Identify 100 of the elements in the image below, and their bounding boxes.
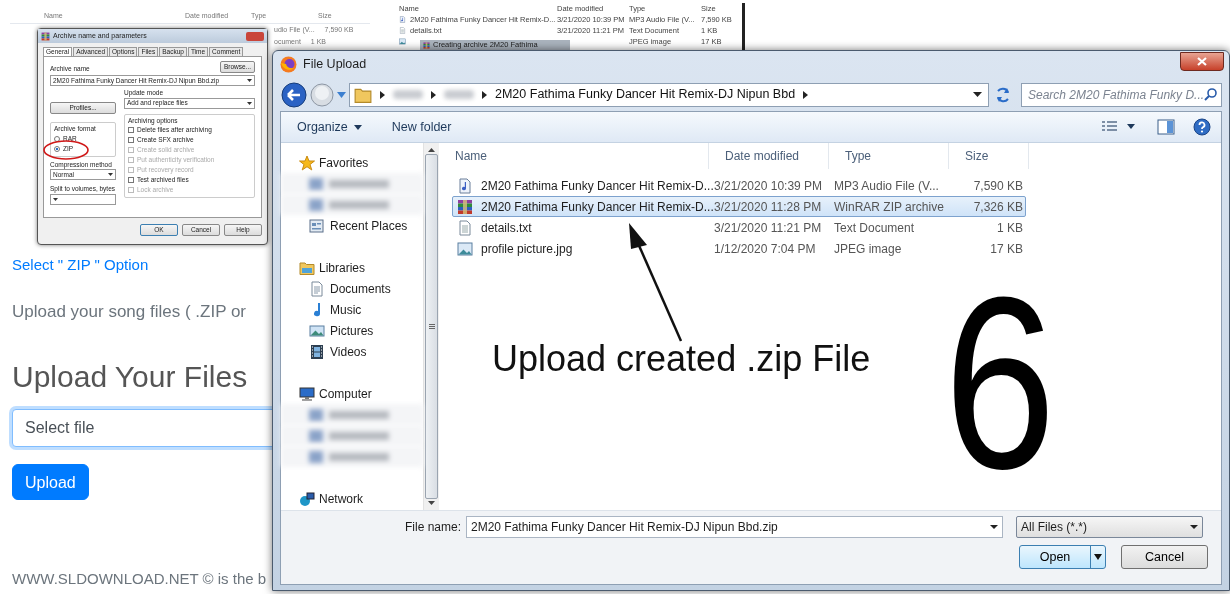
scroll-up-icon: [428, 148, 435, 152]
checkbox[interactable]: [128, 177, 134, 184]
history-dropdown-button[interactable]: [337, 91, 346, 98]
window-icon: [309, 217, 325, 234]
file-row[interactable]: 2M20 Fathima Funky Dancer Hit Remix-D...3/21/2020 10:39 PM MP3 Audio File (V... 7,590 KB: [452, 175, 1026, 196]
table-cell-text: WinRAR ZIP archive: [833, 198, 945, 216]
dropdown-caret-icon: [247, 101, 252, 105]
stacked-books-icon: [41, 31, 50, 41]
annotation-text: Upload created .zip File: [492, 339, 871, 379]
table-cell-text: 7,326 KB: [972, 198, 1024, 216]
file-type-dropdown[interactable]: All Files (*.*): [1016, 516, 1203, 538]
blurred-breadcrumb: [444, 90, 474, 100]
nav-item[interactable]: Music: [281, 299, 423, 320]
step-number: 6: [944, 261, 1056, 506]
column-header[interactable]: Size: [949, 143, 1029, 169]
radio-button[interactable]: [54, 135, 60, 142]
checkbox[interactable]: [128, 137, 134, 144]
document-icon: [309, 280, 325, 297]
toolbar-button[interactable]: New folder: [385, 115, 458, 139]
column-header[interactable]: Name: [439, 143, 709, 169]
table-cell-text: 3/21/2020 11:21 PM: [713, 219, 823, 237]
picture-icon: [309, 322, 325, 339]
stacked-books-icon: [423, 41, 430, 49]
column-header[interactable]: Type: [829, 143, 949, 169]
file-name: profile picture.jpg: [480, 240, 573, 258]
help-button[interactable]: [1193, 118, 1211, 136]
nav-item[interactable]: Libraries: [281, 257, 423, 278]
table-cell-text: MP3 Audio File (V...: [833, 177, 940, 195]
file-row[interactable]: details.txt 3/21/2020 11:21 PM Text Document 1 KB: [452, 217, 1026, 238]
audio-file-icon: [399, 16, 406, 24]
option-link[interactable]: Select " ZIP " Option: [12, 256, 149, 274]
nav-item[interactable]: Favorites: [281, 152, 423, 173]
dropdown-caret-icon: [247, 79, 252, 83]
table-cell-text: 1/12/2020 7:04 PM: [713, 240, 817, 258]
document-icon: [399, 27, 406, 35]
dropdown-caret-icon: [53, 197, 58, 201]
dropdown-caret-icon: [108, 173, 113, 177]
section-heading: Upload Your Files: [12, 359, 248, 395]
field-label: File name:: [403, 519, 461, 536]
split-combo[interactable]: [50, 193, 116, 205]
field-value: 2M20 Fathima Funky Dancer Hit Remix-DJ Nipun Bbd.zip: [471, 519, 778, 536]
organize-menu-button[interactable]: Organize: [291, 115, 368, 139]
checkbox[interactable]: [128, 127, 134, 134]
upload-button[interactable]: Upload: [12, 464, 89, 500]
nav-item[interactable]: Documents: [281, 278, 423, 299]
dropdown-caret-icon: [1190, 525, 1198, 529]
nav-item[interactable]: Computer: [281, 383, 423, 404]
cancel-button[interactable]: Cancel: [1121, 545, 1208, 569]
breadcrumb-item[interactable]: 2M20 Fathima Funky Dancer Hit Remix-DJ Nipun Bbd: [495, 85, 796, 104]
file-row[interactable]: 2M20 Fathima Funky Dancer Hit Remix-D...3/21/2020 11:28 PM WinRAR ZIP archive 7,326 KB: [452, 196, 1026, 217]
audio-file-icon: [457, 177, 473, 194]
footer-text: WWW.SLDOWNLOAD.NET © is the b: [12, 570, 268, 588]
table-cell-text: 7,590 KB: [972, 177, 1024, 195]
highlight-circle: [42, 140, 90, 160]
scrollbar[interactable]: [423, 143, 439, 510]
nav-item[interactable]: Recent Places: [281, 215, 423, 236]
instruction-text: Upload your song files ( .ZIP or: [12, 301, 246, 323]
grip-icon: [428, 324, 435, 329]
blurred-breadcrumb: [393, 90, 423, 100]
caret-icon: [353, 124, 362, 130]
window-title: File Upload: [303, 56, 367, 74]
document-icon: [457, 219, 473, 236]
table-cell-text: 17 KB: [989, 240, 1024, 258]
dropdown-caret-icon: [990, 525, 998, 529]
view-options-button[interactable]: [1101, 120, 1135, 134]
scroll-down-icon: [428, 501, 435, 505]
chevron-icon: [380, 90, 385, 99]
open-button[interactable]: Open: [1019, 545, 1106, 569]
search-icon: [1204, 88, 1217, 102]
network-icon: [299, 490, 315, 507]
nav-item[interactable]: Pictures: [281, 320, 423, 341]
table-cell-text: JPEG image: [833, 240, 903, 258]
film-icon: [309, 343, 325, 360]
computer-icon: [299, 385, 315, 402]
file-name-field[interactable]: 2M20 Fathima Funky Dancer Hit Remix-DJ Nipun Bbd.zip: [466, 516, 1003, 538]
app-logo-icon: [280, 56, 297, 74]
folder-icon: [299, 259, 315, 276]
address-bar[interactable]: 2M20 Fathima Funky Dancer Hit Remix-DJ Nipun Bbd: [349, 82, 989, 107]
radio-button[interactable]: [54, 145, 60, 152]
file-row[interactable]: profile picture.jpg 1/12/2020 7:04 PM JPEG image 17 KB: [452, 238, 1026, 259]
search-field[interactable]: Search 2M20 Fathima Funky D...: [1021, 82, 1222, 107]
star-icon: [299, 154, 315, 171]
file-name: details.txt: [480, 219, 532, 237]
table-cell-text: Text Document: [833, 219, 916, 237]
stacked-books-icon: [457, 198, 473, 215]
close-button[interactable]: [1180, 52, 1224, 71]
chevron-icon: [803, 90, 809, 99]
close-icon: [1197, 57, 1207, 66]
nav-item[interactable]: Videos: [281, 341, 423, 362]
caret-icon: [1091, 554, 1105, 560]
chevron-icon: [482, 90, 487, 99]
column-header[interactable]: Date modified: [709, 143, 829, 169]
back-button[interactable]: [281, 81, 307, 108]
file-name: 2M20 Fathima Funky Dancer Hit Remix-D...: [480, 177, 714, 195]
chevron-icon: [431, 90, 436, 99]
image-file-icon: [457, 240, 473, 257]
table-cell-text: 1 KB: [996, 219, 1024, 237]
nav-item[interactable]: Network: [281, 488, 423, 509]
dropdown-caret-icon: [973, 92, 982, 98]
preview-pane-button[interactable]: [1157, 119, 1175, 135]
